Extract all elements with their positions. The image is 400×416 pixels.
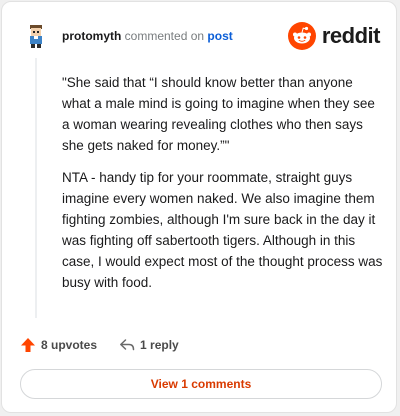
byline: protomyth commented on post (62, 28, 233, 44)
comment-body: "She said that “I should know better tha… (62, 72, 384, 304)
reply-count: 1 reply (140, 338, 179, 352)
post-link[interactable]: post (207, 29, 232, 43)
comment-header: protomyth commented on post reddit (22, 22, 381, 50)
snoo-avatar-icon (22, 22, 50, 50)
upvote-arrow-icon (21, 338, 35, 352)
avatar[interactable] (22, 22, 50, 50)
thread-line (35, 58, 37, 318)
reddit-wordmark: reddit (321, 23, 381, 48)
comment-card: protomyth commented on post reddit "She … (1, 1, 397, 413)
upvote-button[interactable]: 8 upvotes (20, 337, 97, 353)
reddit-snoo-icon (287, 22, 316, 50)
upvote-count: 8 upvotes (41, 338, 98, 352)
reply-arrow-icon (120, 339, 135, 351)
comment-paragraph: NTA - handy tip for your roommate, strai… (62, 170, 383, 290)
reddit-logo[interactable]: reddit (287, 22, 381, 50)
view-comments-button[interactable]: View 1 comments (20, 369, 382, 399)
byline-action: commented on (124, 29, 205, 43)
comment-footer: 8 upvotes 1 reply (20, 334, 179, 356)
reply-button[interactable]: 1 reply (119, 337, 179, 353)
author-username[interactable]: protomyth (62, 29, 121, 43)
comment-quote: "She said that “I should know better tha… (62, 75, 375, 153)
